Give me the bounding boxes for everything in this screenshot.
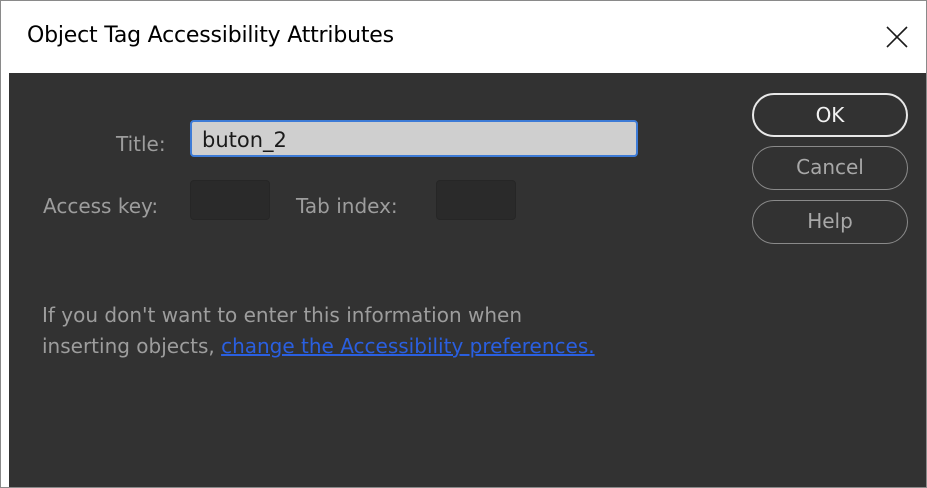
close-button[interactable] <box>872 1 926 73</box>
title-label: Title: <box>116 132 166 156</box>
title-bar[interactable]: Object Tag Accessibility Attributes <box>1 1 926 73</box>
close-icon <box>886 26 908 48</box>
info-line-1: If you don't want to enter this informat… <box>42 303 522 327</box>
help-button[interactable]: Help <box>752 200 908 244</box>
info-text: If you don't want to enter this informat… <box>42 300 595 362</box>
tab-index-label: Tab index: <box>296 194 398 218</box>
access-key-label: Access key: <box>43 194 159 218</box>
window-title: Object Tag Accessibility Attributes <box>27 23 394 48</box>
accessibility-preferences-link[interactable]: change the Accessibility preferences. <box>221 334 595 358</box>
tab-index-input[interactable] <box>436 180 516 220</box>
dialog-body: Title: Access key: Tab index: OK Cancel … <box>9 73 926 487</box>
info-line-2: inserting objects, change the Accessibil… <box>42 331 595 362</box>
ok-button[interactable]: OK <box>752 93 908 137</box>
info-line-2-prefix: inserting objects, <box>42 334 222 358</box>
dialog-window: Object Tag Accessibility Attributes Titl… <box>0 0 927 488</box>
access-key-input[interactable] <box>190 180 270 220</box>
title-input[interactable] <box>190 120 638 157</box>
cancel-button[interactable]: Cancel <box>752 146 908 190</box>
